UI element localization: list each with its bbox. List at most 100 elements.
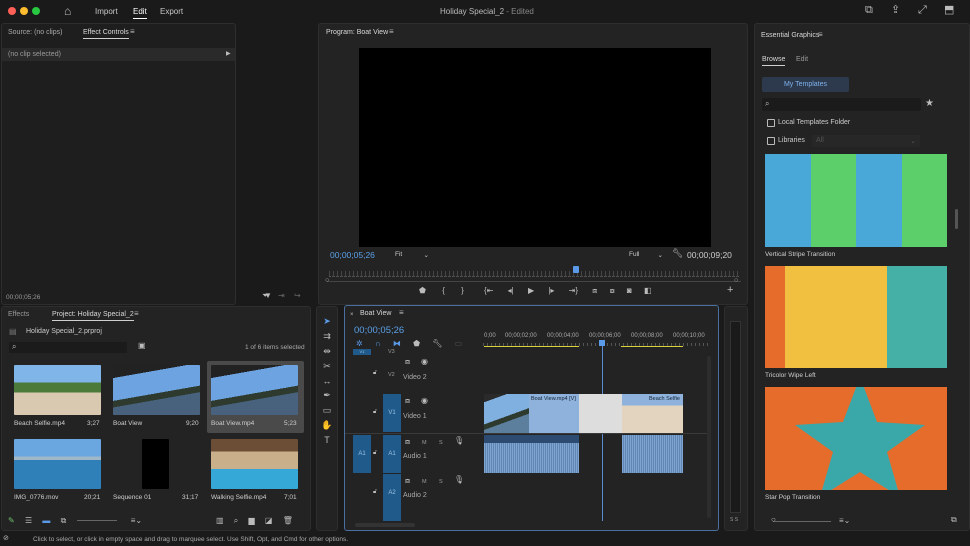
- solo-button[interactable]: S: [439, 440, 443, 446]
- menu-edit[interactable]: Edit: [133, 7, 147, 19]
- export-icon[interactable]: ⇥: [278, 292, 285, 300]
- a1-target[interactable]: A1: [383, 435, 401, 473]
- step-back-icon[interactable]: ◂|: [508, 286, 514, 295]
- track-select-tool-icon[interactable]: ⇉: [323, 331, 331, 342]
- menu-import[interactable]: Import: [95, 7, 118, 16]
- microphone-icon[interactable]: 🎙︎: [454, 476, 464, 484]
- razor-tool-icon[interactable]: ✂: [323, 361, 331, 372]
- mark-out-icon[interactable]: }: [461, 286, 464, 295]
- marker-icon[interactable]: ⬟: [419, 286, 426, 295]
- menu-export[interactable]: Export: [160, 7, 183, 16]
- panel-menu-icon[interactable]: ≡: [399, 309, 404, 317]
- slip-tool-icon[interactable]: ↔: [323, 376, 332, 386]
- lock-icon[interactable]: 🔓︎: [373, 370, 377, 376]
- zoom-select[interactable]: Fit ⌄: [395, 251, 429, 259]
- scrollbar[interactable]: [955, 209, 958, 229]
- nest-icon[interactable]: ✲: [356, 339, 363, 348]
- find-icon[interactable]: ⌕: [234, 516, 238, 525]
- timeline-settings-icon[interactable]: 🔧︎: [432, 339, 442, 348]
- toggle-sync-icon[interactable]: ⧈: [405, 397, 410, 405]
- close-tab-icon[interactable]: ×: [350, 312, 354, 318]
- mark-in-icon[interactable]: {: [442, 286, 445, 295]
- local-templates-checkbox[interactable]: [767, 119, 775, 127]
- template-card[interactable]: Vertical Stripe Transition: [765, 154, 947, 258]
- panel-menu-icon[interactable]: ≡: [130, 28, 135, 36]
- scrubber[interactable]: [329, 271, 739, 277]
- type-tool-icon[interactable]: T: [324, 435, 330, 445]
- share-icon[interactable]: ⇪: [891, 5, 900, 16]
- eye-icon[interactable]: ◉: [421, 397, 428, 405]
- close-window-button[interactable]: [8, 7, 16, 15]
- tab-browse[interactable]: Browse: [762, 56, 786, 66]
- automate-icon[interactable]: ▥: [216, 516, 224, 525]
- go-to-in-icon[interactable]: {⇤: [484, 286, 493, 295]
- list-view-icon[interactable]: ☰: [25, 516, 32, 525]
- zoom-slider[interactable]: [76, 520, 117, 522]
- lock-icon[interactable]: 🔓︎: [373, 409, 377, 415]
- video-preview[interactable]: [359, 48, 711, 247]
- slider-handle[interactable]: ○: [771, 516, 776, 524]
- horizontal-scrollbar[interactable]: [355, 523, 415, 527]
- hand-tool-icon[interactable]: ✋: [321, 420, 332, 431]
- expand-arrow-icon[interactable]: ▶: [226, 51, 231, 57]
- tab-effect-controls[interactable]: Effect Controls: [83, 29, 129, 39]
- source-v1-patch[interactable]: V1: [353, 349, 371, 355]
- minimize-window-button[interactable]: [20, 7, 28, 15]
- add-button-icon[interactable]: +: [727, 285, 733, 296]
- pencil-icon[interactable]: ✎: [8, 516, 15, 525]
- selection-tool-icon[interactable]: ➤: [323, 316, 331, 327]
- camera-icon[interactable]: ◙: [627, 286, 632, 295]
- tab-source[interactable]: Source: (no clips): [8, 29, 62, 36]
- freeform-view-icon[interactable]: ⧉: [61, 516, 67, 525]
- folder-icon[interactable]: ▆: [249, 516, 255, 525]
- tab-effects[interactable]: Effects: [8, 311, 29, 318]
- sequence-tab[interactable]: Boat View: [360, 310, 391, 317]
- clip-beach-selfie-audio[interactable]: [622, 435, 683, 473]
- project-search-input[interactable]: ⌕: [9, 342, 127, 353]
- transition-gap[interactable]: [579, 394, 622, 433]
- tab-edit[interactable]: Edit: [796, 56, 808, 63]
- home-icon[interactable]: ⌂: [64, 5, 71, 17]
- snap-icon[interactable]: ∩: [375, 339, 381, 348]
- libraries-checkbox[interactable]: [767, 137, 775, 145]
- go-to-out-icon[interactable]: ⇥}: [569, 286, 578, 295]
- toggle-sync-icon[interactable]: ⧈: [405, 438, 410, 446]
- maximize-window-button[interactable]: [32, 7, 40, 15]
- pen-tool-icon[interactable]: ✒: [323, 390, 331, 401]
- list-view-icon[interactable]: ≡⌄: [839, 517, 850, 525]
- playhead[interactable]: [573, 266, 579, 273]
- sort-icon[interactable]: ≡⌄: [131, 516, 142, 525]
- filter-icon[interactable]: ⏷: [262, 292, 268, 300]
- add-marker-icon[interactable]: ⬟: [413, 339, 420, 348]
- insert-icon[interactable]: ⧈: [592, 286, 597, 295]
- clip-beach-selfie-video[interactable]: Beach Selfie: [622, 394, 683, 433]
- panel-menu-icon[interactable]: ≡: [134, 310, 139, 318]
- template-search-input[interactable]: ⌕: [762, 98, 921, 111]
- icon-view-icon[interactable]: ▬: [42, 516, 50, 525]
- workspace-icon[interactable]: ⧉: [865, 5, 873, 16]
- quality-select[interactable]: Full ⌄: [629, 251, 663, 259]
- my-templates-button[interactable]: My Templates: [762, 77, 849, 92]
- lock-icon[interactable]: 🔓︎: [373, 450, 377, 456]
- panel-menu-icon[interactable]: ≡: [818, 31, 823, 39]
- program-timecode[interactable]: 00;00;05;26: [330, 250, 375, 260]
- tab-project[interactable]: Project: Holiday Special_2: [52, 311, 134, 321]
- solo-button[interactable]: S: [439, 479, 443, 485]
- panel-menu-icon[interactable]: ≡: [389, 28, 394, 36]
- template-card[interactable]: Star Pop Transition: [765, 387, 947, 501]
- clip-boat-view-video[interactable]: Boat View.mp4 [V]: [484, 394, 579, 433]
- toggle-sync-icon[interactable]: ⧈: [405, 358, 410, 366]
- microphone-icon[interactable]: 🎙︎: [454, 437, 464, 445]
- zoom-handle-left[interactable]: ○: [325, 277, 329, 284]
- overwrite-icon[interactable]: ⧇: [610, 286, 615, 295]
- clip-boat-view-audio[interactable]: [484, 435, 579, 473]
- quick-export-icon[interactable]: ⬒: [944, 5, 954, 16]
- star-icon[interactable]: ★: [925, 99, 934, 109]
- fullscreen-icon[interactable]: ⤢: [918, 5, 927, 16]
- wrench-icon[interactable]: 🔧︎: [672, 249, 683, 258]
- thumbnail-size-slider[interactable]: [773, 521, 831, 522]
- new-item-icon[interactable]: ⧉: [951, 516, 957, 524]
- zoom-handle-right[interactable]: ○: [734, 277, 738, 284]
- mute-button[interactable]: M: [422, 479, 427, 485]
- compare-icon[interactable]: ◧: [644, 286, 652, 295]
